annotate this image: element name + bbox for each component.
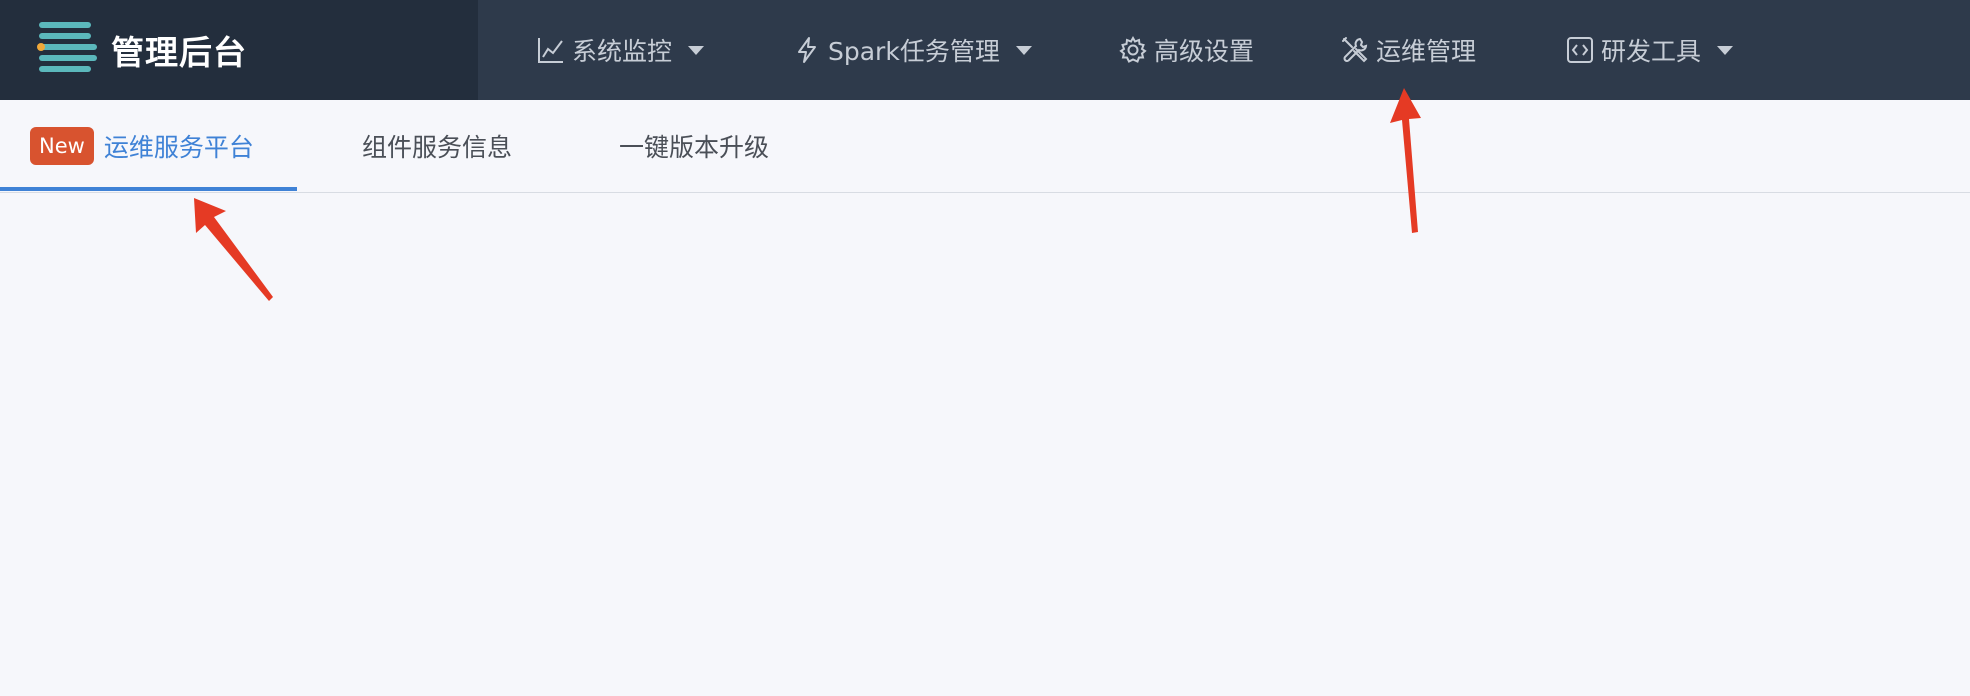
brand-title: 管理后台 [111, 33, 247, 72]
tab-label: 组件服务信息 [362, 133, 513, 162]
chevron-down-icon[interactable] [1717, 45, 1734, 55]
nav-label: 运维管理 [1376, 37, 1477, 66]
stacked-bars-logo-icon [37, 22, 97, 72]
tab-component-service-info[interactable]: 组件服务信息 [362, 100, 512, 192]
nav-item-system-monitor[interactable]: 系统监控 [536, 0, 705, 100]
tab-label: 运维服务平台 [103, 133, 254, 162]
main-content [0, 193, 1970, 696]
nav-item-ops-management[interactable]: 运维管理 [1340, 0, 1476, 100]
active-tab-indicator [0, 187, 297, 191]
new-badge: New [30, 127, 94, 165]
tab-ops-service-platform[interactable]: New 运维服务平台 [30, 100, 254, 192]
lightning-icon [798, 37, 816, 63]
chevron-down-icon[interactable] [1015, 45, 1032, 55]
gear-icon [1119, 35, 1147, 63]
sub-tabs: New 运维服务平台 组件服务信息 一键版本升级 [0, 100, 1970, 193]
nav-label: Spark任务管理 [828, 37, 1000, 66]
nav-item-spark-task[interactable]: Spark任务管理 [792, 0, 1032, 100]
tab-one-click-upgrade[interactable]: 一键版本升级 [619, 100, 769, 192]
tab-label: 一键版本升级 [619, 133, 770, 162]
top-header: 管理后台 系统监控 Spark任务管理 高级设置 运维管理 研发工具 [0, 0, 1970, 100]
nav-item-advanced-settings[interactable]: 高级设置 [1118, 0, 1254, 100]
brand[interactable]: 管理后台 [0, 0, 478, 100]
chevron-down-icon[interactable] [688, 45, 705, 55]
nav-label: 系统监控 [572, 37, 673, 66]
wrench-screwdriver-icon [1342, 37, 1368, 63]
page: 管理后台 系统监控 Spark任务管理 高级设置 运维管理 研发工具 New 运… [0, 0, 1970, 696]
nav-item-dev-tools[interactable]: 研发工具 [1565, 0, 1734, 100]
top-nav: 系统监控 Spark任务管理 高级设置 运维管理 研发工具 [478, 0, 1970, 100]
code-icon [1567, 37, 1593, 63]
nav-label: 高级设置 [1154, 37, 1255, 66]
nav-label: 研发工具 [1601, 37, 1702, 66]
line-chart-icon [538, 38, 563, 63]
